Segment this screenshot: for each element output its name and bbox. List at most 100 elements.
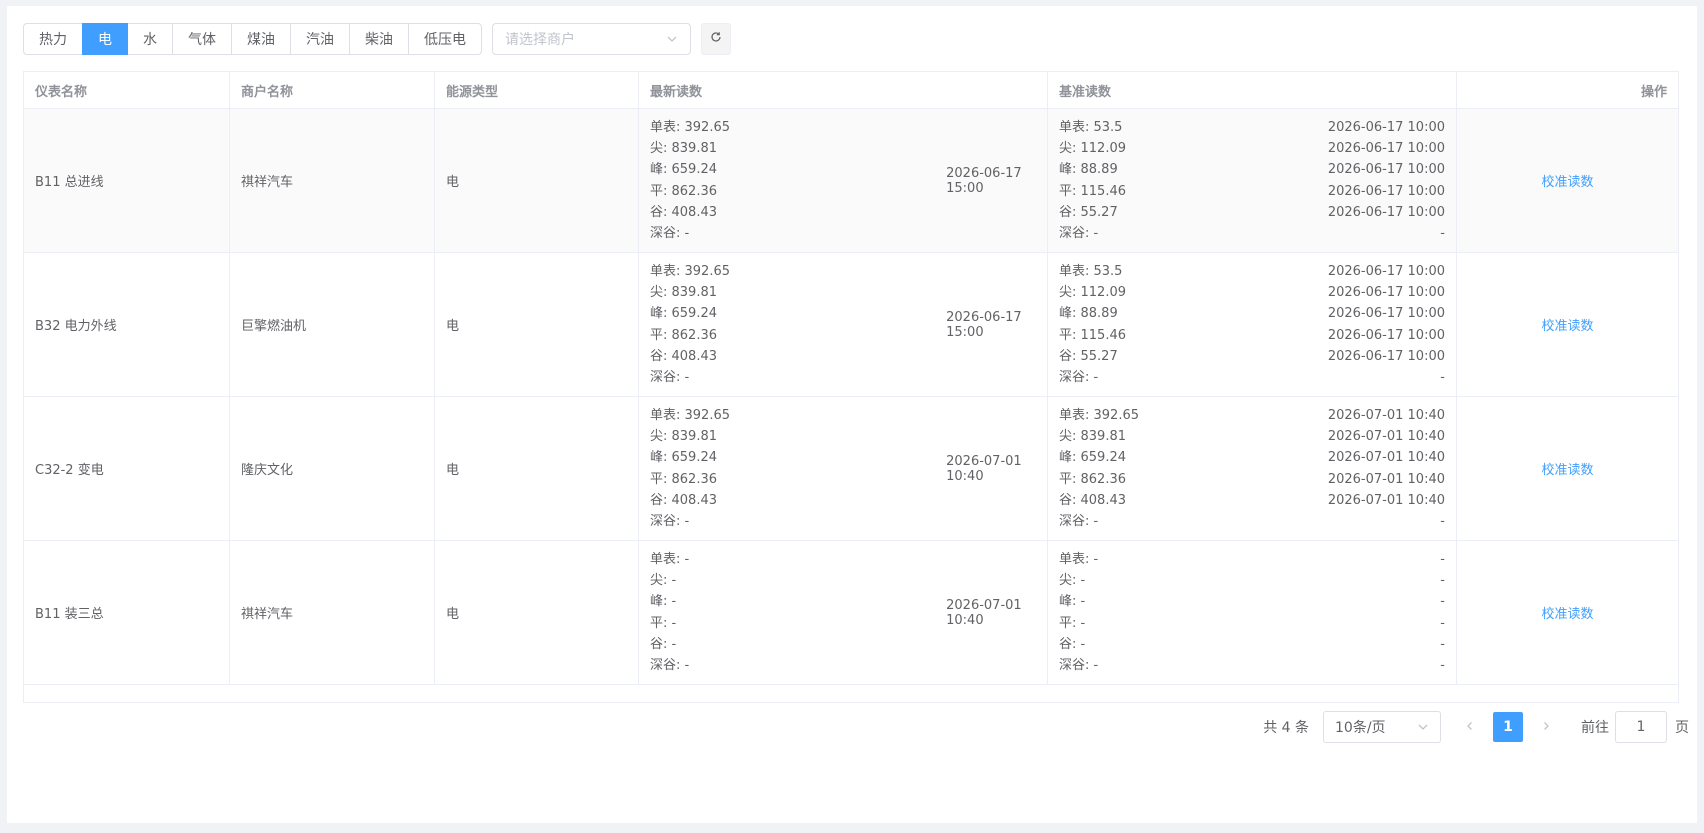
energy-tab[interactable]: 低压电 <box>408 23 482 55</box>
header-base-reading: 基准读数 <box>1048 72 1457 108</box>
header-latest-reading: 最新读数 <box>639 72 1048 108</box>
base-reading-line: 深谷: - - <box>1059 511 1445 532</box>
base-reading-line: 谷: 55.27 2026-06-17 10:00 <box>1059 202 1445 223</box>
merchant-select[interactable]: 请选择商户 <box>492 23 691 55</box>
base-reading-value: 单表: - <box>1059 551 1099 567</box>
base-reading-value: 谷: 55.27 <box>1059 204 1118 220</box>
header-energy-type: 能源类型 <box>435 72 639 108</box>
base-reading-time: 2026-06-17 10:00 <box>1327 183 1445 199</box>
prev-page-button[interactable] <box>1455 711 1485 743</box>
toolbar: 热力电水气体 煤油 汽油 柴油 低压电 请选择商户 <box>23 23 731 55</box>
base-reading-line: 尖: 112.09 2026-06-17 10:00 <box>1059 138 1445 159</box>
refresh-button[interactable] <box>701 23 731 55</box>
latest-reading-line: 深谷: - <box>650 513 690 529</box>
latest-reading-line: 尖: 839.81 <box>650 285 717 301</box>
base-reading-time: - <box>1440 594 1445 610</box>
energy-type-cell: 电 <box>435 541 639 684</box>
chevron-down-icon <box>666 33 678 45</box>
table-row: B11 总进线 祺祥汽车电单表: 392.65 尖: 839.81 峰: 659.24… <box>24 109 1678 253</box>
base-reading-value: 平: 115.46 <box>1059 327 1126 343</box>
energy-type-tabs: 热力电水气体 煤油 汽油 柴油 低压电 <box>23 23 482 55</box>
energy-tab[interactable]: 柴油 <box>349 23 409 55</box>
base-reading-value: 尖: 112.09 <box>1059 285 1126 301</box>
base-reading-line: 平: 862.36 2026-07-01 10:40 <box>1059 469 1445 490</box>
base-reading-line: 尖: - - <box>1059 570 1445 591</box>
meter-name-cell: B11 装三总 <box>24 541 230 684</box>
base-reading-line: 单表: - - <box>1059 549 1445 570</box>
page-number-current[interactable]: 1 <box>1493 712 1523 742</box>
latest-reading-cell: 单表: 392.65 尖: 839.81 峰: 659.24 平: 862.36 谷: … <box>639 397 1048 540</box>
base-reading-value: 峰: 88.89 <box>1059 306 1118 322</box>
base-reading-line: 单表: 392.65 2026-07-01 10:40 <box>1059 405 1445 426</box>
actions-cell: 校准读数 <box>1457 397 1678 540</box>
base-reading-line: 单表: 53.5 2026-06-17 10:00 <box>1059 117 1445 138</box>
merchant-name-cell: 祺祥汽车 <box>230 109 435 252</box>
energy-tab[interactable]: 气体 <box>172 23 232 55</box>
base-reading-value: 谷: 55.27 <box>1059 348 1118 364</box>
table-header: 仪表名称 商户名称 能源类型 最新读数 基准读数 操作 <box>24 72 1678 109</box>
latest-reading-line: 谷: 408.43 <box>650 204 717 220</box>
goto-page-input[interactable]: 1 <box>1615 711 1667 743</box>
base-reading-value: 平: 115.46 <box>1059 183 1126 199</box>
base-reading-time: 2026-06-17 10:00 <box>1327 327 1445 343</box>
page-size-select[interactable]: 10条/页 <box>1323 711 1441 743</box>
base-reading-line: 单表: 53.5 2026-06-17 10:00 <box>1059 261 1445 282</box>
merchant-name-cell: 隆庆文化 <box>230 397 435 540</box>
latest-reading-line: 谷: 408.43 <box>650 348 717 364</box>
base-reading-time: - <box>1440 225 1445 241</box>
meter-name-cell: C32-2 变电 <box>24 397 230 540</box>
energy-tab[interactable]: 水 <box>127 23 173 55</box>
base-reading-time: 2026-06-17 10:00 <box>1327 306 1445 322</box>
latest-reading-time: 2026-07-01 10:40 <box>946 453 1022 484</box>
base-reading-time: 2026-06-17 10:00 <box>1327 141 1445 157</box>
base-reading-value: 单表: 392.65 <box>1059 407 1139 423</box>
energy-tab[interactable]: 煤油 <box>231 23 291 55</box>
refresh-icon <box>710 31 722 47</box>
latest-reading-line: 单表: 392.65 <box>650 263 730 279</box>
base-reading-value: 峰: - <box>1059 594 1086 610</box>
latest-reading-line: 峰: 659.24 <box>650 306 717 322</box>
base-reading-value: 尖: 839.81 <box>1059 429 1126 445</box>
latest-reading-line: 峰: 659.24 <box>650 162 717 178</box>
base-reading-time: 2026-07-01 10:40 <box>1327 450 1445 466</box>
base-reading-line: 深谷: - - <box>1059 367 1445 388</box>
energy-tab[interactable]: 热力 <box>23 23 83 55</box>
base-reading-value: 尖: 112.09 <box>1059 141 1126 157</box>
meter-name-cell: B11 总进线 <box>24 109 230 252</box>
energy-type-cell: 电 <box>435 109 639 252</box>
base-reading-value: 谷: - <box>1059 636 1086 652</box>
base-reading-value: 深谷: - <box>1059 225 1099 241</box>
base-reading-time: - <box>1440 615 1445 631</box>
next-page-button[interactable] <box>1531 711 1561 743</box>
base-reading-value: 单表: 53.5 <box>1059 263 1123 279</box>
calibrate-reading-link[interactable]: 校准读数 <box>1541 459 1593 478</box>
calibrate-reading-link[interactable]: 校准读数 <box>1541 171 1593 190</box>
chevron-left-icon <box>1465 719 1475 735</box>
goto-label: 前往 <box>1581 720 1609 736</box>
base-reading-value: 平: - <box>1059 615 1086 631</box>
calibrate-reading-link[interactable]: 校准读数 <box>1541 315 1593 334</box>
header-merchant-name: 商户名称 <box>230 72 435 108</box>
latest-reading-cell: 单表: 392.65 尖: 839.81 峰: 659.24 平: 862.36 谷: … <box>639 253 1048 396</box>
base-reading-value: 峰: 88.89 <box>1059 162 1118 178</box>
latest-reading-cell: 单表: - 尖: - 峰: - 平: - 谷: - 深谷: - 2026-07-01 10:… <box>639 541 1048 684</box>
base-reading-time: - <box>1440 636 1445 652</box>
latest-reading-line: 单表: 392.65 <box>650 119 730 135</box>
merchant-name-cell: 巨擎燃油机 <box>230 253 435 396</box>
base-reading-time: 2026-06-17 10:00 <box>1327 285 1445 301</box>
latest-reading-time: 2026-07-01 10:40 <box>946 597 1022 628</box>
pagination: 共 4 条 10条/页 1 前往 1 页 <box>1263 711 1689 743</box>
base-reading-line: 峰: - - <box>1059 591 1445 612</box>
energy-tab[interactable]: 电 <box>82 23 128 55</box>
merchant-name-cell: 祺祥汽车 <box>230 541 435 684</box>
base-reading-line: 谷: - - <box>1059 634 1445 655</box>
latest-reading-line: 平: 862.36 <box>650 327 717 343</box>
chevron-down-icon <box>1417 721 1429 733</box>
base-reading-time: - <box>1440 369 1445 385</box>
meter-name-cell: B32 电力外线 <box>24 253 230 396</box>
calibrate-reading-link[interactable]: 校准读数 <box>1541 603 1593 622</box>
actions-cell: 校准读数 <box>1457 253 1678 396</box>
latest-reading-time: 2026-06-17 15:00 <box>946 309 1022 340</box>
energy-tab[interactable]: 汽油 <box>290 23 350 55</box>
merchant-select-placeholder: 请选择商户 <box>505 32 575 48</box>
